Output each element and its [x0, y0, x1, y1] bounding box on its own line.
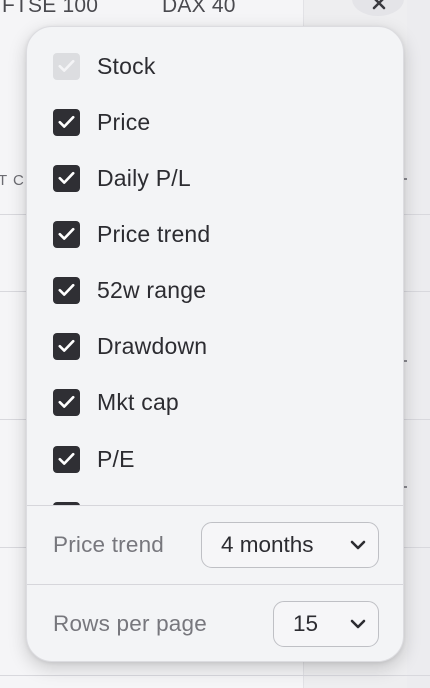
checkmark-icon — [58, 115, 75, 128]
column-option-pe[interactable]: P/E — [53, 445, 135, 473]
column-option-stock[interactable]: Stock — [53, 52, 156, 80]
checkmark-icon — [58, 227, 75, 240]
column-option-label: 52w range — [97, 276, 207, 303]
background-row-divider — [0, 675, 430, 676]
checkbox-pe[interactable] — [53, 445, 80, 473]
background-tick — [404, 360, 407, 362]
tab-dax-40[interactable]: DAX 40 — [162, 0, 236, 18]
background-column-header: T C — [0, 172, 25, 189]
checkbox-52w-range[interactable] — [53, 276, 80, 304]
chevron-down-icon — [350, 619, 366, 629]
checkmark-icon — [58, 339, 75, 352]
checkmark-icon — [58, 59, 75, 72]
checkbox-daily-pl[interactable] — [53, 164, 80, 192]
checkmark-icon — [58, 171, 75, 184]
price-trend-select[interactable]: 4 months — [201, 522, 379, 568]
background-tick — [404, 178, 407, 180]
column-option-price[interactable]: Price — [53, 108, 150, 136]
column-option-mkt-cap[interactable]: Mkt cap — [53, 388, 179, 416]
background-tick — [404, 486, 407, 488]
column-option-label: Mkt cap — [97, 388, 179, 415]
background-edge-panel — [407, 0, 430, 688]
checkbox-price[interactable] — [53, 108, 80, 136]
checkmark-icon — [58, 283, 75, 296]
checkmark-icon — [58, 452, 75, 465]
column-option-price-trend[interactable]: Price trend — [53, 220, 210, 248]
close-icon — [372, 0, 386, 10]
price-trend-select-value: 4 months — [221, 532, 314, 557]
column-option-daily-pl[interactable]: Daily P/L — [53, 164, 191, 192]
checkbox-mkt-cap[interactable] — [53, 388, 80, 416]
price-trend-setting: Price trend 4 months — [27, 506, 403, 584]
checkbox-price-trend[interactable] — [53, 220, 80, 248]
checkmark-icon — [58, 395, 75, 408]
column-settings-popover: Stock Price Daily P/L Price trend 52w ra… — [26, 26, 404, 662]
checkbox-stock — [53, 52, 80, 80]
column-option-label: Stock — [97, 52, 156, 79]
column-option-drawdown[interactable]: Drawdown — [53, 332, 207, 360]
column-visibility-list[interactable]: Stock Price Daily P/L Price trend 52w ra… — [27, 27, 403, 505]
column-option-label: P/E — [97, 445, 135, 472]
column-option-label: Price — [97, 108, 151, 135]
column-option-52w-range[interactable]: 52w range — [53, 276, 206, 304]
rows-per-page-label: Rows per page — [53, 611, 207, 636]
checkbox-drawdown[interactable] — [53, 332, 80, 360]
chevron-down-icon — [350, 540, 366, 550]
column-option-label: Price trend — [97, 220, 211, 247]
column-option-label: Drawdown — [97, 332, 208, 359]
price-trend-label: Price trend — [53, 532, 164, 557]
tab-ftse-100[interactable]: FTSE 100 — [2, 0, 98, 18]
column-option-label: Daily P/L — [97, 164, 191, 191]
rows-per-page-select[interactable]: 15 — [273, 601, 379, 647]
rows-per-page-select-value: 15 — [293, 611, 319, 636]
rows-per-page-setting: Rows per page 15 — [27, 585, 403, 661]
